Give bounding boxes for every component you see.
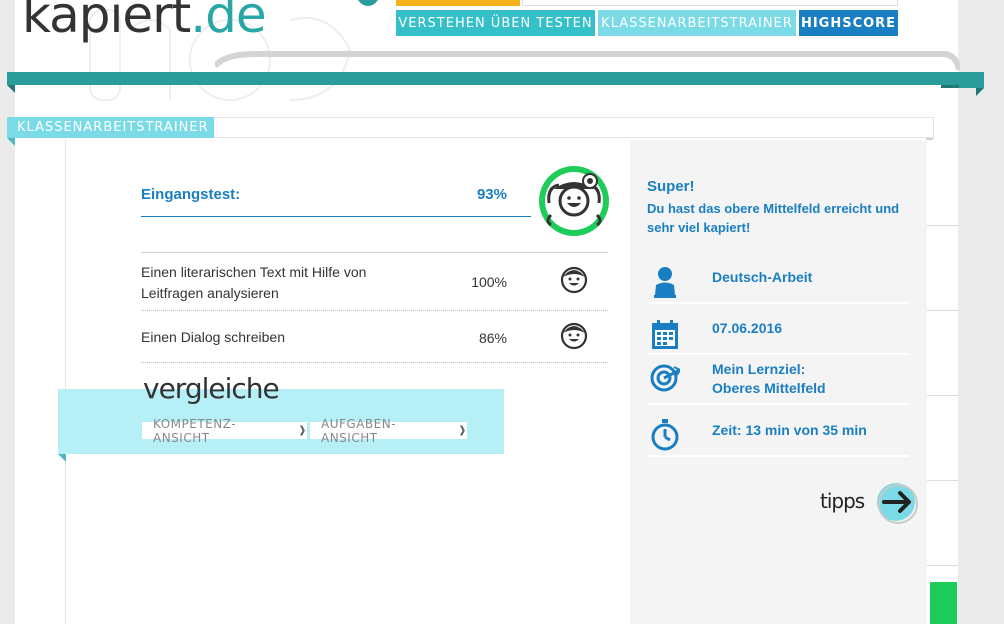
nav-klassenarbeitstrainer[interactable]: KLASSENARBEITSTRAINER bbox=[598, 10, 796, 36]
top-orange-tab[interactable] bbox=[396, 0, 520, 6]
feedback-message: Du hast das obere Mittelfeld erreicht un… bbox=[647, 201, 900, 235]
result-row-label: Einen literarischen Text mit Hilfe von L… bbox=[141, 264, 367, 301]
table-divider bbox=[141, 252, 608, 253]
chevron-right-icon: ❱ bbox=[458, 425, 467, 436]
competence-view-label: KOMPETENZ-ANSICHT bbox=[153, 416, 237, 445]
smiley-face-icon bbox=[560, 266, 588, 294]
info-goal-value: Oberes Mittelfeld bbox=[712, 380, 826, 396]
target-icon bbox=[650, 364, 680, 392]
info-time: Zeit: 13 min von 35 min bbox=[712, 422, 867, 438]
info-goal-label: Mein Lernziel: bbox=[712, 361, 806, 377]
info-divider bbox=[647, 403, 909, 405]
fold-corner bbox=[7, 138, 15, 146]
tips-label: tipps bbox=[820, 489, 865, 513]
tasks-view-label: AUFGABEN-ANSICHT bbox=[321, 416, 397, 445]
table-divider bbox=[141, 362, 608, 363]
side-strip-divider bbox=[927, 225, 958, 226]
competence-view-button[interactable]: KOMPETENZ-ANSICHT ❱ bbox=[142, 417, 307, 445]
smiley-face-icon bbox=[560, 322, 588, 350]
section-title-line bbox=[214, 117, 934, 138]
compare-heading-text: vergleiche bbox=[143, 372, 279, 405]
fold-corner bbox=[941, 85, 959, 88]
side-strip-divider bbox=[927, 565, 958, 566]
info-divider bbox=[647, 353, 909, 355]
side-strip-divider bbox=[927, 480, 958, 481]
result-row-label: Einen Dialog schreiben bbox=[141, 329, 285, 345]
chevron-right-icon: ❱ bbox=[298, 425, 307, 436]
entry-test-underline bbox=[141, 216, 531, 217]
logo-suffix: .de bbox=[190, 0, 266, 44]
info-divider bbox=[647, 455, 909, 457]
side-strip-divider bbox=[927, 395, 958, 396]
fold-corner bbox=[7, 85, 15, 93]
info-subject: Deutsch-Arbeit bbox=[712, 269, 813, 285]
logo-text: kapiert bbox=[22, 0, 191, 44]
big-smiley-face-icon bbox=[539, 166, 609, 236]
site-logo[interactable]: kapiert.de bbox=[22, 0, 267, 44]
nav-highscore[interactable]: HIGHSCORE bbox=[799, 10, 898, 36]
side-green-button[interactable] bbox=[930, 582, 957, 624]
compare-heading: vergleiche bbox=[143, 372, 280, 405]
feedback-title: Super! bbox=[647, 178, 695, 195]
entry-test-label: Eingangstest: bbox=[141, 186, 241, 203]
section-title-tab: KLASSENARBEITSTRAINER bbox=[7, 117, 214, 138]
header-divider-end bbox=[958, 72, 984, 88]
fold-corner bbox=[976, 88, 984, 96]
tasks-view-button[interactable]: AUFGABEN-ANSICHT ❱ bbox=[310, 417, 467, 445]
calendar-icon bbox=[652, 320, 678, 349]
tips-button[interactable]: tipps bbox=[820, 482, 920, 526]
side-strip-divider bbox=[927, 310, 958, 311]
header-divider-bar bbox=[7, 72, 959, 85]
stopwatch-icon bbox=[651, 419, 679, 451]
header-curve-decoration bbox=[215, 51, 960, 71]
side-strip bbox=[927, 140, 958, 624]
person-icon bbox=[654, 267, 676, 298]
result-row-score: 86% bbox=[478, 330, 507, 346]
top-search-strip[interactable] bbox=[522, 0, 898, 6]
info-divider bbox=[647, 302, 909, 304]
entry-test-score: 93% bbox=[476, 186, 507, 203]
result-row-score: 100% bbox=[471, 274, 507, 290]
info-date: 07.06.2016 bbox=[712, 320, 783, 336]
table-divider bbox=[141, 310, 608, 311]
nav-verstehen-ueben-testen[interactable]: VERSTEHEN ÜBEN TESTEN bbox=[396, 10, 595, 36]
fold-corner bbox=[58, 454, 66, 462]
